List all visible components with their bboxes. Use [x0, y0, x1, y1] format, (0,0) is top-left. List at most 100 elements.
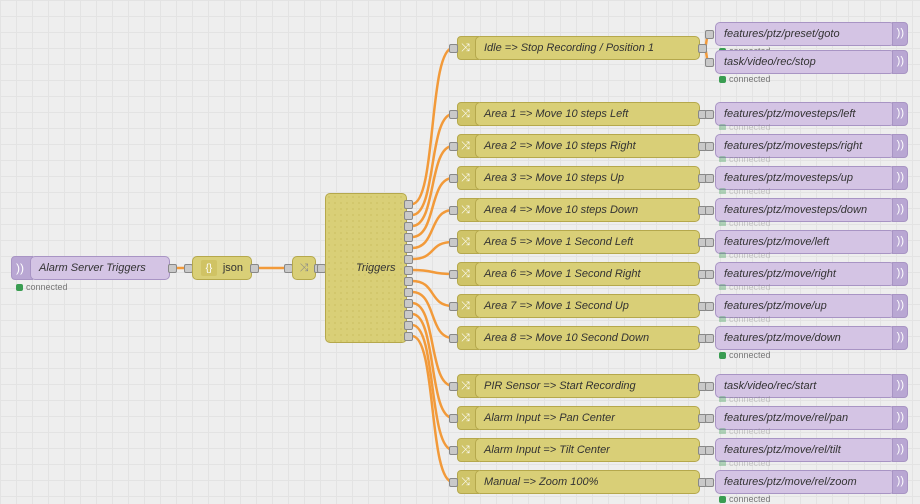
- port[interactable]: [449, 414, 458, 423]
- output-node[interactable]: features/ptz/move/rel/tilt: [715, 438, 895, 462]
- port[interactable]: [449, 174, 458, 183]
- out-cap: )): [892, 470, 908, 494]
- split-node[interactable]: ⤨: [292, 256, 316, 280]
- output-node[interactable]: features/ptz/movesteps/up: [715, 166, 895, 190]
- output-status: connected: [719, 396, 771, 402]
- output-node[interactable]: features/ptz/move/left: [715, 230, 895, 254]
- switch-node[interactable]: Area 3 => Move 10 steps Up: [475, 166, 700, 190]
- port[interactable]: [698, 44, 707, 53]
- alarm-status: connected: [16, 282, 68, 292]
- json-node[interactable]: {} json: [192, 256, 252, 280]
- out-cap: )): [892, 22, 908, 46]
- output-status: connected: [719, 428, 771, 434]
- switch-node[interactable]: Area 6 => Move 1 Second Right: [475, 262, 700, 286]
- port[interactable]: [449, 44, 458, 53]
- port[interactable]: [705, 110, 714, 119]
- port[interactable]: [404, 332, 413, 341]
- output-status: connected: [719, 252, 771, 258]
- output-node[interactable]: features/ptz/preset/goto: [715, 22, 895, 46]
- json-icon: {}: [201, 260, 217, 276]
- port[interactable]: [449, 206, 458, 215]
- switch-label: Alarm Input => Tilt Center: [484, 444, 610, 456]
- output-node[interactable]: features/ptz/movesteps/right: [715, 134, 895, 158]
- switch-node[interactable]: Area 4 => Move 10 steps Down: [475, 198, 700, 222]
- switch-node[interactable]: Alarm Input => Pan Center: [475, 406, 700, 430]
- port[interactable]: [705, 30, 714, 39]
- output-status: connected: [719, 316, 771, 322]
- switch-node[interactable]: Area 1 => Move 10 steps Left: [475, 102, 700, 126]
- output-status: connected: [719, 494, 771, 504]
- json-label: json: [223, 262, 243, 274]
- output-label: features/ptz/move/rel/zoom: [724, 476, 857, 488]
- port[interactable]: [404, 288, 413, 297]
- switch-label: Area 1 => Move 10 steps Left: [484, 108, 628, 120]
- port[interactable]: [705, 478, 714, 487]
- port[interactable]: [449, 238, 458, 247]
- port[interactable]: [449, 270, 458, 279]
- triggers-label: Triggers: [356, 262, 396, 274]
- port[interactable]: [404, 233, 413, 242]
- switch-node[interactable]: Alarm Input => Tilt Center: [475, 438, 700, 462]
- out-cap: )): [892, 406, 908, 430]
- port[interactable]: [705, 58, 714, 67]
- switch-node[interactable]: Manual => Zoom 100%: [475, 470, 700, 494]
- switch-label: Area 4 => Move 10 steps Down: [484, 204, 638, 216]
- port[interactable]: [404, 277, 413, 286]
- port[interactable]: [705, 382, 714, 391]
- output-node[interactable]: features/ptz/movesteps/left: [715, 102, 895, 126]
- status-text: connected: [729, 74, 771, 84]
- out-cap: )): [892, 198, 908, 222]
- port[interactable]: [705, 334, 714, 343]
- output-node[interactable]: features/ptz/move/up: [715, 294, 895, 318]
- output-node[interactable]: task/video/rec/stop: [715, 50, 895, 74]
- port[interactable]: [705, 206, 714, 215]
- port[interactable]: [404, 200, 413, 209]
- switch-node[interactable]: Area 7 => Move 1 Second Up: [475, 294, 700, 318]
- port[interactable]: [404, 321, 413, 330]
- triggers-node[interactable]: Triggers: [325, 193, 407, 343]
- status-text: connected: [729, 350, 771, 360]
- output-status: connected: [719, 124, 771, 130]
- switch-node[interactable]: Area 5 => Move 1 Second Left: [475, 230, 700, 254]
- out-cap: )): [892, 166, 908, 190]
- output-status: connected: [719, 460, 771, 466]
- port[interactable]: [168, 264, 177, 273]
- port[interactable]: [705, 302, 714, 311]
- port[interactable]: [705, 142, 714, 151]
- port[interactable]: [404, 255, 413, 264]
- output-node[interactable]: features/ptz/movesteps/down: [715, 198, 895, 222]
- port[interactable]: [404, 299, 413, 308]
- port[interactable]: [404, 266, 413, 275]
- port[interactable]: [449, 334, 458, 343]
- switch-label: Area 7 => Move 1 Second Up: [484, 300, 629, 312]
- port[interactable]: [705, 270, 714, 279]
- port[interactable]: [449, 110, 458, 119]
- switch-label: Area 6 => Move 1 Second Right: [484, 268, 641, 280]
- out-cap: )): [892, 134, 908, 158]
- port[interactable]: [705, 238, 714, 247]
- port[interactable]: [449, 142, 458, 151]
- port[interactable]: [449, 302, 458, 311]
- port[interactable]: [705, 174, 714, 183]
- port[interactable]: [404, 222, 413, 231]
- switch-node[interactable]: Idle => Stop Recording / Position 1: [475, 36, 700, 60]
- output-node[interactable]: features/ptz/move/down: [715, 326, 895, 350]
- output-node[interactable]: features/ptz/move/rel/pan: [715, 406, 895, 430]
- port[interactable]: [705, 414, 714, 423]
- port[interactable]: [404, 310, 413, 319]
- port[interactable]: [449, 382, 458, 391]
- switch-label: Area 5 => Move 1 Second Left: [484, 236, 633, 248]
- alarm-server-node[interactable]: Alarm Server Triggers: [30, 256, 170, 280]
- output-node[interactable]: task/video/rec/start: [715, 374, 895, 398]
- port[interactable]: [404, 244, 413, 253]
- switch-node[interactable]: Area 2 => Move 10 steps Right: [475, 134, 700, 158]
- output-node[interactable]: features/ptz/move/right: [715, 262, 895, 286]
- port[interactable]: [250, 264, 259, 273]
- output-node[interactable]: features/ptz/move/rel/zoom: [715, 470, 895, 494]
- port[interactable]: [449, 478, 458, 487]
- port[interactable]: [705, 446, 714, 455]
- switch-node[interactable]: PIR Sensor => Start Recording: [475, 374, 700, 398]
- switch-node[interactable]: Area 8 => Move 10 Second Down: [475, 326, 700, 350]
- port[interactable]: [404, 211, 413, 220]
- port[interactable]: [449, 446, 458, 455]
